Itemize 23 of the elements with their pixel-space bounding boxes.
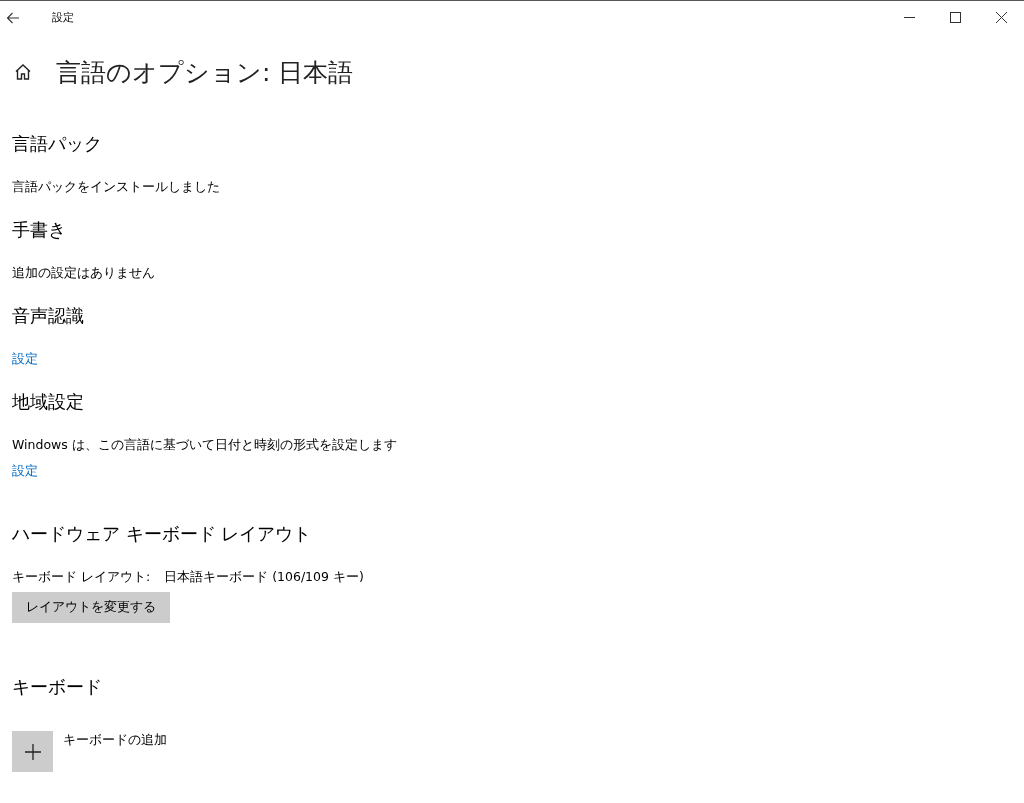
settings-link[interactable]: 設定 [12,350,38,368]
add-keyboard-label: キーボードの追加 [63,731,167,749]
section-heading: 言語パック [12,132,102,156]
section-heading: ハードウェア キーボード レイアウト [12,522,312,546]
page-title: 言語のオプション: 日本語 [56,56,354,89]
maximize-icon[interactable] [949,12,961,23]
field-label: キーボード レイアウト: [12,568,151,586]
home-icon[interactable] [14,63,32,81]
description-text: Windows は、この言語に基づいて日付と時刻の形式を設定します [12,436,397,454]
back-icon[interactable] [6,10,20,25]
description-text: 言語パックをインストールしました [12,178,220,196]
section-heading: 手書き [12,218,66,242]
window-title: 設定 [52,10,74,25]
section-heading: キーボード [12,675,102,699]
description-text: 追加の設定はありません [12,264,155,282]
close-icon[interactable] [995,12,1007,23]
section-heading: 地域設定 [12,390,84,414]
field-value: 日本語キーボード (106/109 キー) [164,568,364,586]
section-heading: 音声認識 [12,304,84,328]
change-layout-button[interactable]: レイアウトを変更する [12,592,170,623]
plus-icon [23,742,42,761]
add-button[interactable] [12,731,53,772]
settings-link[interactable]: 設定 [12,462,38,480]
